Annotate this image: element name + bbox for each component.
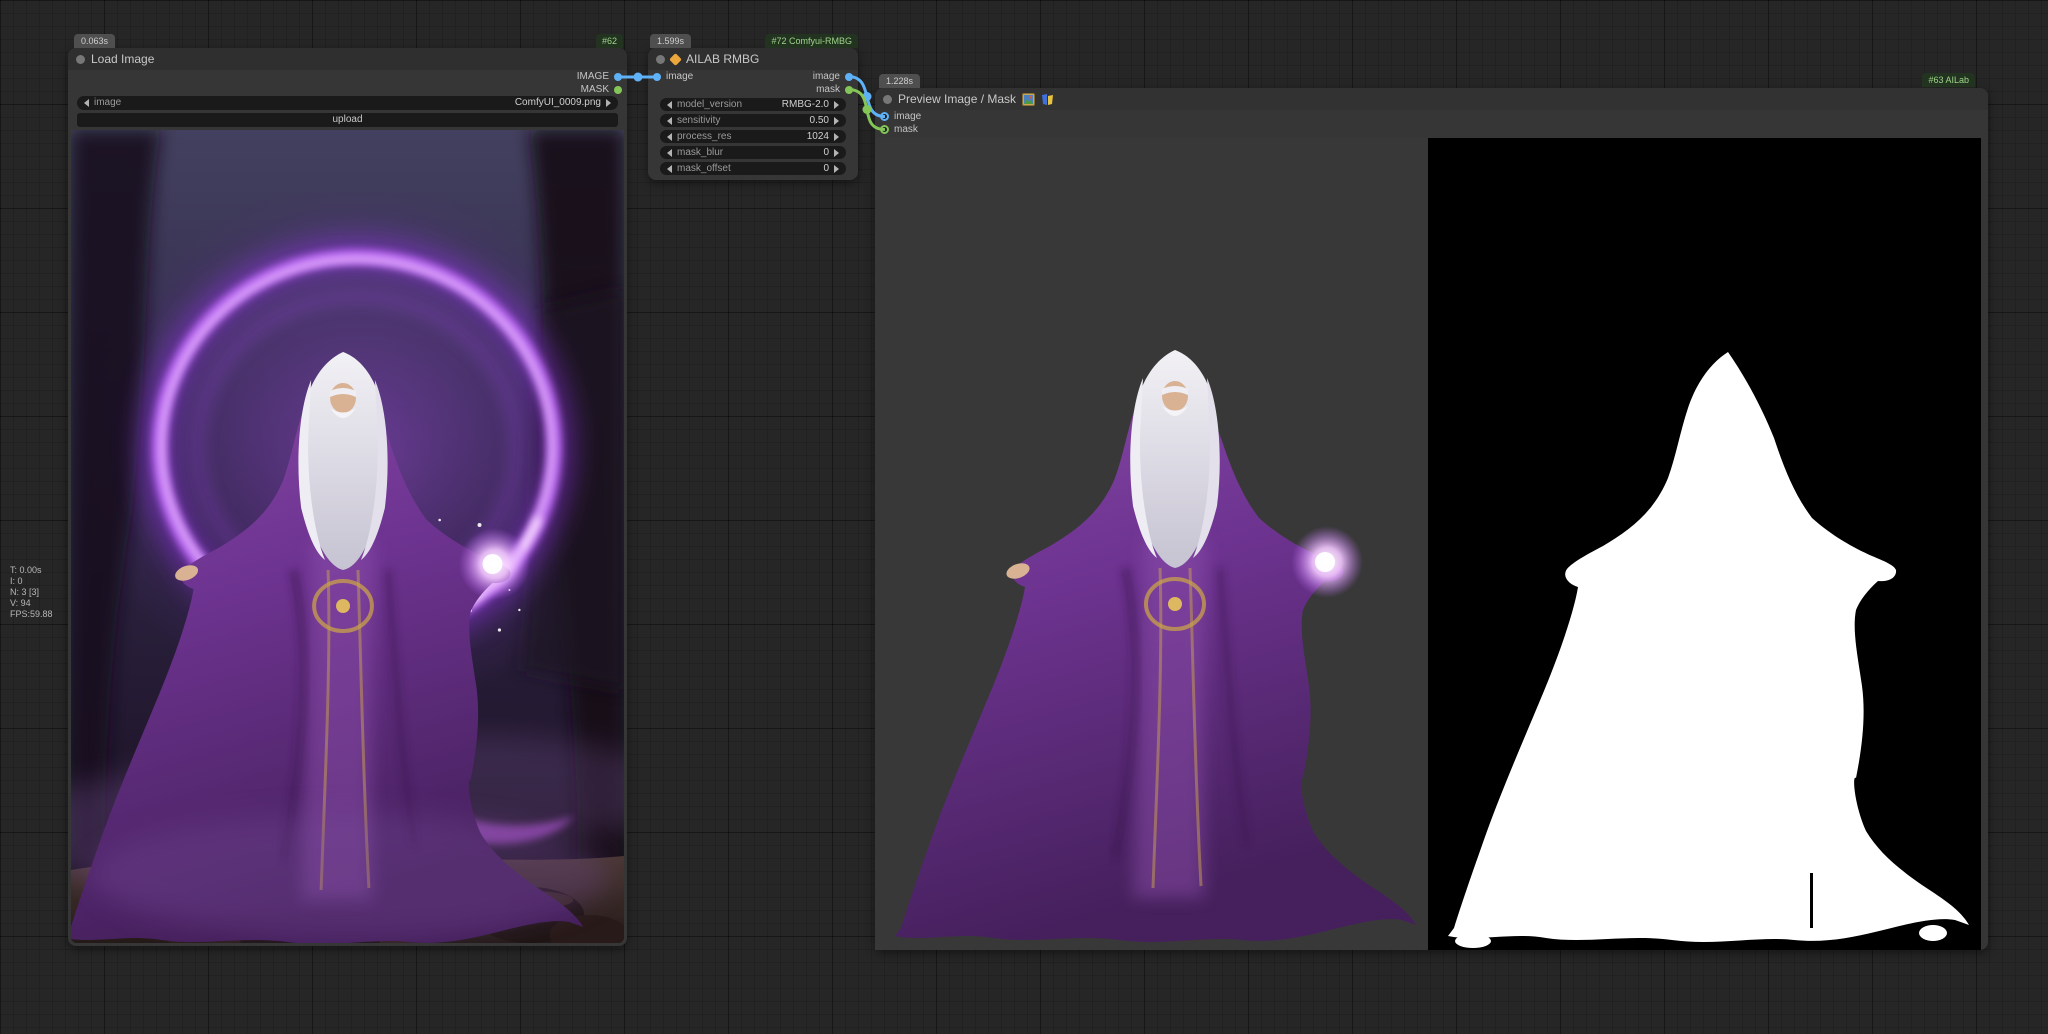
link-midpoint-dot [633,72,643,82]
image-slot-dot-icon[interactable] [653,72,661,81]
collapse-dot-icon[interactable] [883,94,892,104]
wizard-mask-image [1428,138,1981,950]
link-midpoint-dot [862,105,872,114]
execution-time-badge: 1.599s [650,34,692,48]
input-slot-mask[interactable]: mask [880,123,918,136]
wizard-cutout-image [875,138,1428,950]
decrement-arrow-icon[interactable] [667,116,672,125]
upload-button[interactable]: upload [77,113,618,127]
widget-value: ComfyUI_0009.png [514,97,601,108]
picture-icon [1022,92,1036,106]
decrement-arrow-icon[interactable] [667,132,672,141]
execution-time-badge: 1.228s [879,74,921,88]
increment-arrow-icon[interactable] [834,148,839,157]
widget-sensitivity[interactable]: sensitivity 0.50 [660,114,846,127]
output-slot-image[interactable]: image [813,70,853,83]
stat-version: V: 94 [10,598,31,608]
output-slot-image[interactable]: IMAGE [577,70,622,83]
preview-cutout-image [875,138,1428,950]
node-graph-canvas[interactable]: T: 0.00s I: 0 N: 3 [3] V: 94 FPS:59.88 0… [0,0,2048,1034]
output-slot-mask[interactable]: MASK [581,83,622,96]
prev-arrow-icon[interactable] [84,99,89,107]
perf-stats: T: 0.00s I: 0 N: 3 [3] V: 94 FPS:59.88 [10,565,53,620]
node-title: Load Image [91,52,155,66]
widget-process-res[interactable]: process_res 1024 [660,130,846,143]
image-file-combo[interactable]: image ComfyUI_0009.png [77,96,618,110]
input-slot-image[interactable]: image [653,70,693,83]
node-id-badge: #72 Comfyui-RMBG [765,34,858,48]
execution-time-badge: 0.063s [74,34,116,48]
mask-icon [1042,93,1054,105]
mask-slot-dot-icon[interactable] [614,85,622,94]
node-title: AILAB RMBG [686,52,760,66]
node-titlebar[interactable]: Load Image [68,48,627,70]
node-titlebar[interactable]: Preview Image / Mask [875,88,1988,110]
rmbg-diamond-icon [669,52,682,66]
widget-mask-blur[interactable]: mask_blur 0 [660,146,846,159]
node-ailab-rmbg[interactable]: 1.599s #72 Comfyui-RMBG AILAB RMBG image… [648,34,858,180]
node-load-image[interactable]: 0.063s #62 Load Image IMAGE MASK image C… [68,34,627,946]
stat-iterations: I: 0 [10,576,23,586]
node-preview-image-mask[interactable]: 1.228s #63 AILab Preview Image / Mask im… [875,73,1988,950]
node-id-badge: #63 AILab [1922,73,1975,87]
increment-arrow-icon[interactable] [834,100,839,109]
preview-mask-image [1428,138,1981,950]
stat-fps: FPS:59.88 [10,609,53,619]
widget-mask-offset[interactable]: mask_offset 0 [660,162,846,175]
increment-arrow-icon[interactable] [834,164,839,173]
mask-slot-dot-icon[interactable] [880,125,889,134]
decrement-arrow-icon[interactable] [667,100,672,109]
increment-arrow-icon[interactable] [834,132,839,141]
link-midpoint-dot [862,92,872,101]
node-title: Preview Image / Mask [898,92,1017,106]
next-arrow-icon[interactable] [606,99,611,107]
decrement-arrow-icon[interactable] [667,164,672,173]
collapse-dot-icon[interactable] [656,54,665,64]
image-slot-dot-icon[interactable] [880,112,889,121]
loaded-image-preview [71,130,624,943]
wizard-source-image [71,130,624,943]
input-slot-image[interactable]: image [880,110,921,123]
collapse-dot-icon[interactable] [76,54,85,64]
mask-slot-dot-icon[interactable] [845,85,853,94]
node-id-badge: #62 [595,34,623,48]
widget-name: image [94,97,122,108]
stat-time: T: 0.00s [10,565,42,575]
image-slot-dot-icon[interactable] [845,72,853,81]
increment-arrow-icon[interactable] [834,116,839,125]
output-slot-mask[interactable]: mask [816,83,853,96]
image-slot-dot-icon[interactable] [614,72,622,81]
node-titlebar[interactable]: AILAB RMBG [648,48,858,70]
stat-nodes: N: 3 [3] [10,587,40,597]
decrement-arrow-icon[interactable] [667,148,672,157]
widget-model-version[interactable]: model_version RMBG-2.0 [660,98,846,111]
